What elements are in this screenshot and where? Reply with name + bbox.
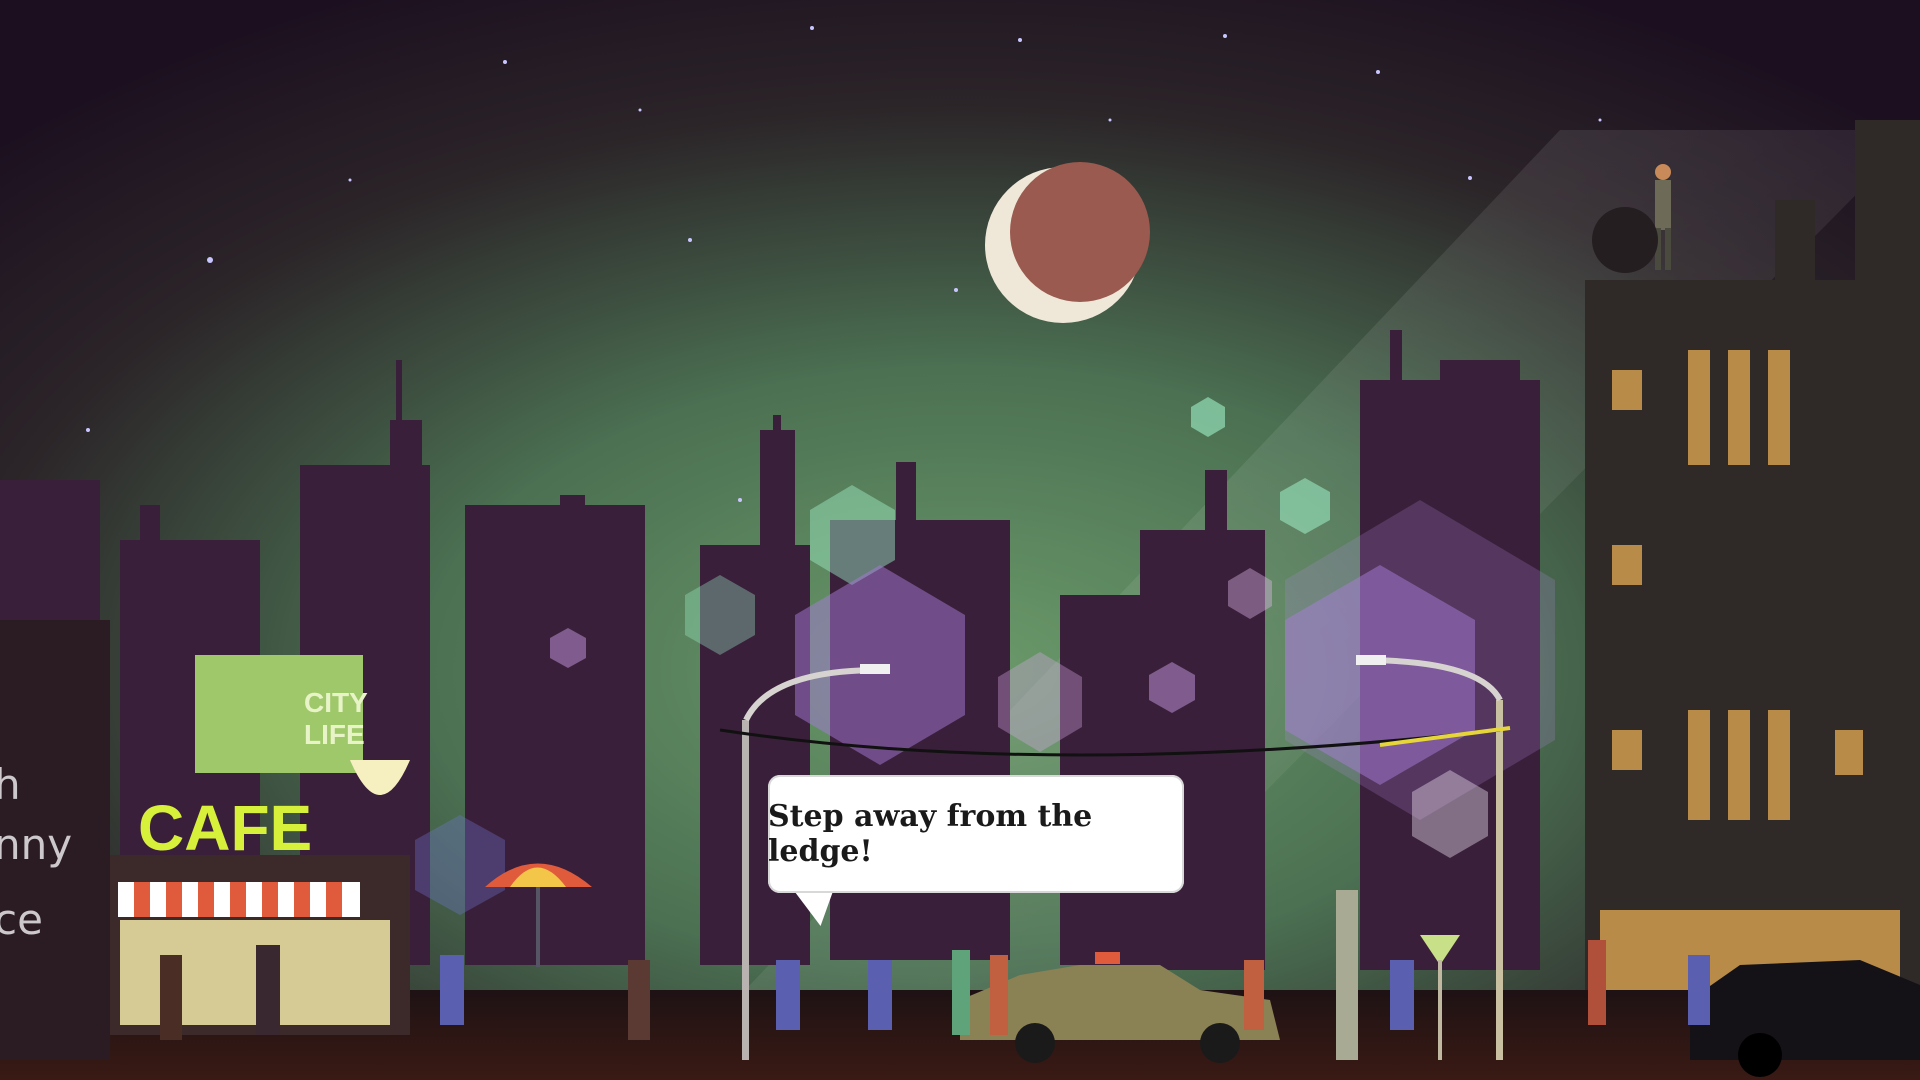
bollard-post [1336, 890, 1358, 1060]
billboard-text: CITY LIFE [304, 687, 368, 750]
cafe-neon-sign: CAFE [138, 792, 312, 864]
edge-text-line-2: nny [0, 820, 73, 869]
edge-text-line-3: ce [0, 895, 43, 944]
rooftop-water-tank [1592, 207, 1658, 273]
city-night-background: CAFE CITY LIFE [0, 0, 1920, 1080]
speech-bubble[interactable]: Step away from the ledge! [768, 775, 1184, 893]
black-car [1690, 960, 1920, 1077]
edge-text-line-1: h [0, 760, 21, 809]
game-scene: CAFE CITY LIFE h nny ce Step away from t… [0, 0, 1920, 1080]
dialogue-text: Step away from the ledge! [768, 799, 1093, 869]
